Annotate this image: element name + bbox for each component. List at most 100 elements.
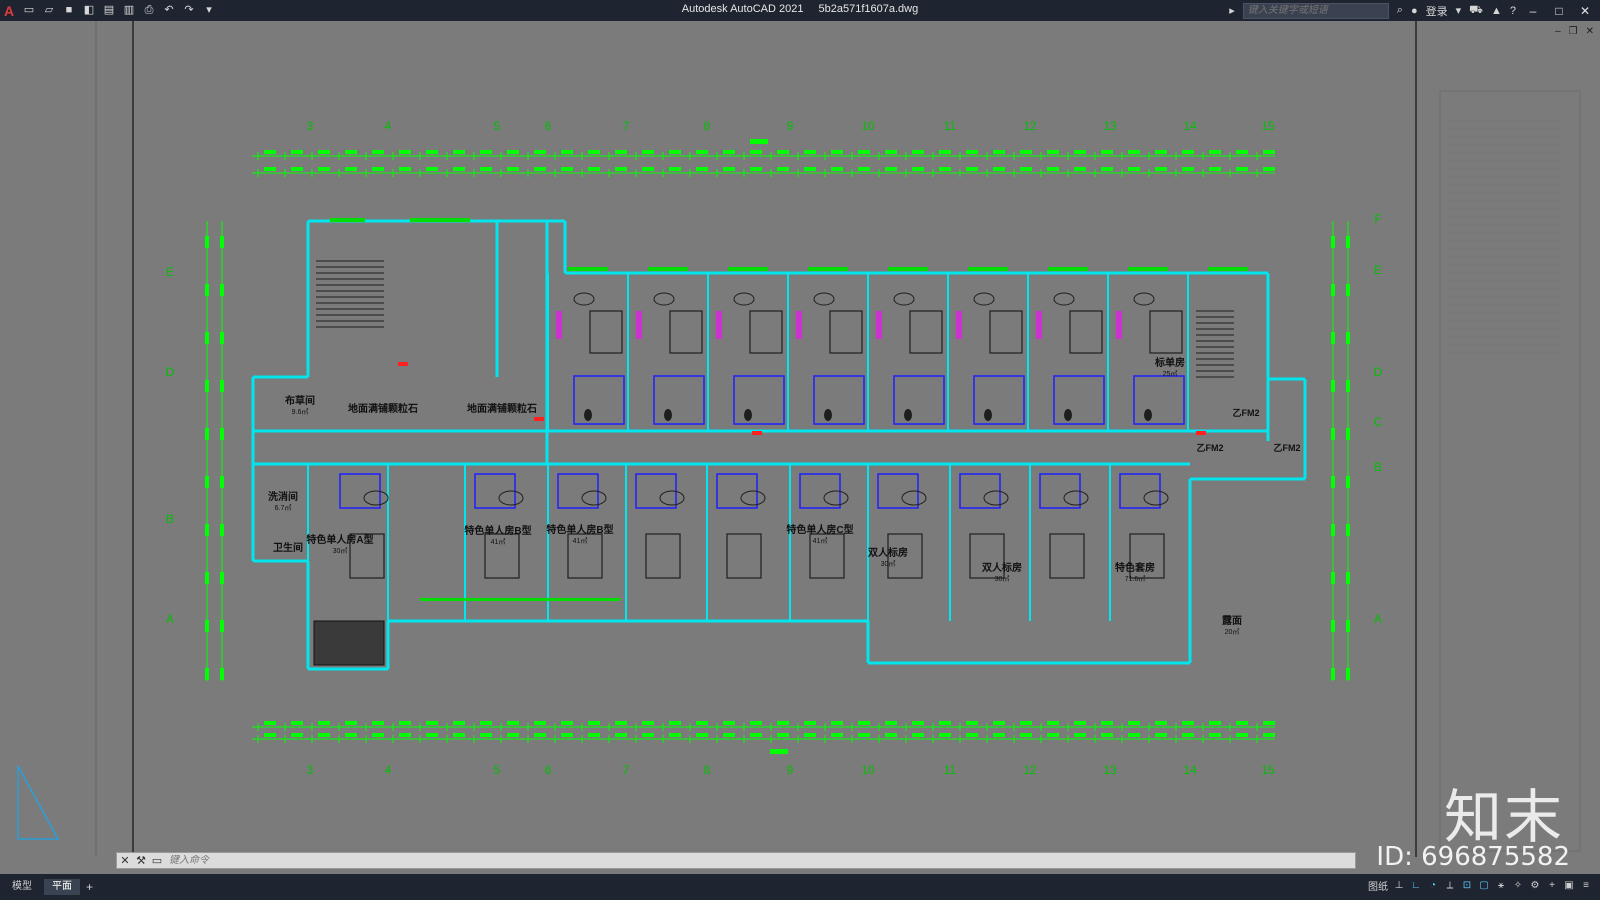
isodraft-icon[interactable]: ⟂	[1444, 880, 1456, 891]
store-icon[interactable]: ⛟	[1469, 4, 1483, 18]
dimension-value-mark	[1263, 721, 1275, 725]
tab-model[interactable]: 模型	[4, 879, 40, 895]
dimension-value-mark	[1020, 167, 1032, 171]
dimension-value-mark	[831, 150, 843, 154]
dimension-value-mark	[205, 620, 209, 632]
doc-close-icon[interactable]: ✕	[1586, 26, 1594, 37]
doc-minimize-icon[interactable]: –	[1555, 26, 1561, 37]
polar-icon[interactable]: ◔	[1427, 880, 1439, 891]
customize-icon[interactable]: ▾	[202, 4, 216, 18]
bathtub	[1063, 490, 1089, 506]
maximize-icon[interactable]: □	[1550, 4, 1568, 18]
close-icon[interactable]: ✕	[1576, 4, 1594, 18]
ortho-icon[interactable]: ∟	[1410, 880, 1422, 891]
workspace-icon[interactable]: ✧	[1512, 880, 1524, 891]
window-strip	[968, 267, 1008, 271]
redo-icon[interactable]: ↷	[182, 4, 196, 18]
dimension-value-mark	[696, 150, 708, 154]
grid-letter-right: B	[1374, 460, 1382, 474]
door-swing	[796, 311, 802, 339]
command-input[interactable]	[165, 855, 1355, 866]
autocad-logo-icon[interactable]: A	[2, 4, 16, 18]
close-cmd-icon[interactable]: ✕	[117, 854, 133, 867]
dimension-value-mark	[777, 721, 789, 725]
bathtub	[498, 490, 524, 506]
annotation-icon[interactable]: ⚹	[1495, 880, 1507, 891]
search-input[interactable]	[1242, 2, 1389, 19]
open-web-icon[interactable]: ▤	[102, 4, 116, 18]
minimize-icon[interactable]: –	[1524, 4, 1542, 18]
dimension-value-mark	[1331, 380, 1335, 392]
dimension-value-mark	[534, 150, 546, 154]
dimension-value-mark	[507, 167, 519, 171]
dimension-value-mark	[966, 733, 978, 737]
user-icon[interactable]: ●	[1411, 5, 1418, 17]
fullscreen-icon[interactable]: ▣	[1563, 880, 1575, 891]
grid-letter-left: D	[166, 365, 175, 379]
recent-cmd-icon[interactable]: ▭	[149, 854, 165, 867]
dimension-value-mark	[1331, 428, 1335, 440]
toilet	[984, 409, 992, 421]
grid-number-bottom: 13	[1103, 763, 1117, 777]
grid-number-bottom: 6	[545, 763, 552, 777]
menu-icon[interactable]: ≡	[1580, 880, 1592, 891]
settings-icon[interactable]: ⚙	[1529, 880, 1541, 891]
rock-landscape	[313, 620, 385, 666]
bathroom-unit	[733, 375, 785, 425]
dimension-value-mark	[939, 733, 951, 737]
grid-number-bottom: 10	[861, 763, 875, 777]
otrack-icon[interactable]: ▢	[1478, 880, 1490, 891]
grid-letter-left: B	[166, 512, 174, 526]
grid-number-top: 5	[494, 119, 501, 133]
bathtub	[1053, 292, 1075, 306]
expand-arrow-icon[interactable]: ▸	[1229, 4, 1235, 17]
a360-icon[interactable]: ▲	[1491, 5, 1502, 17]
dimension-value-mark	[205, 476, 209, 488]
snap-icon[interactable]: ⊥	[1393, 880, 1405, 891]
add-layout-icon[interactable]: +	[86, 880, 93, 894]
dimension-value-mark	[1155, 721, 1167, 725]
room-area: 41㎡	[491, 538, 506, 546]
saveas-icon[interactable]: ◧	[82, 4, 96, 18]
bathtub	[653, 292, 675, 306]
new-icon[interactable]: ▭	[22, 4, 36, 18]
room-label: 双人标房	[868, 546, 908, 559]
doc-restore-icon[interactable]: ❐	[1569, 26, 1578, 37]
open-icon[interactable]: ▱	[42, 4, 56, 18]
save-icon[interactable]: ■	[62, 4, 76, 18]
dimension-value-mark	[723, 167, 735, 171]
search-icon[interactable]: ⌕	[1397, 4, 1403, 17]
customize-cmd-icon[interactable]: ⚒	[133, 854, 149, 867]
undo-icon[interactable]: ↶	[162, 4, 176, 18]
bathtub	[659, 490, 685, 506]
dimension-value-mark	[939, 167, 951, 171]
dimension-value-mark	[1074, 150, 1086, 154]
status-bar: 模型 平面 + 图纸 ⊥ ∟ ◔ ⟂ ⊡ ▢ ⚹ ✧ ⚙ + ▣ ≡	[0, 874, 1600, 900]
plot-icon[interactable]: ⎙	[142, 4, 156, 18]
dimension-value-mark	[669, 721, 681, 725]
dimension-value-mark	[220, 236, 224, 248]
units-icon[interactable]: +	[1546, 880, 1558, 891]
save-web-icon[interactable]: ▥	[122, 4, 136, 18]
room-label: 露面	[1222, 614, 1242, 627]
login-link[interactable]: 登录	[1426, 3, 1448, 19]
room-area: 30㎡	[881, 560, 896, 568]
dimension-value-mark	[318, 167, 330, 171]
tab-plan[interactable]: 平面	[44, 879, 80, 895]
dimension-value-mark	[1331, 524, 1335, 536]
osnap-icon[interactable]: ⊡	[1461, 880, 1473, 891]
grid-number-top: 6	[545, 119, 552, 133]
dimension-value-mark	[399, 167, 411, 171]
bathroom-unit	[1133, 375, 1185, 425]
drawing-canvas[interactable]: 3 3 4 4 5 5 6 6 7 7 8 8 9 9 10 10 11 11 12 12 13 13 14 14 15 15 E D…	[0, 21, 1600, 857]
dimension-value-mark	[804, 167, 816, 171]
paper-space-toggle[interactable]: 图纸	[1368, 878, 1388, 893]
dimension-value-mark	[1346, 620, 1350, 632]
dimension-value-mark	[426, 721, 438, 725]
login-dropdown-icon[interactable]: ▾	[1456, 4, 1462, 17]
dimension-value-mark	[1346, 332, 1350, 344]
window-strip	[728, 267, 768, 271]
dimension-value-mark	[220, 572, 224, 584]
help-icon[interactable]: ?	[1510, 5, 1516, 17]
dimension-value-mark	[939, 721, 951, 725]
